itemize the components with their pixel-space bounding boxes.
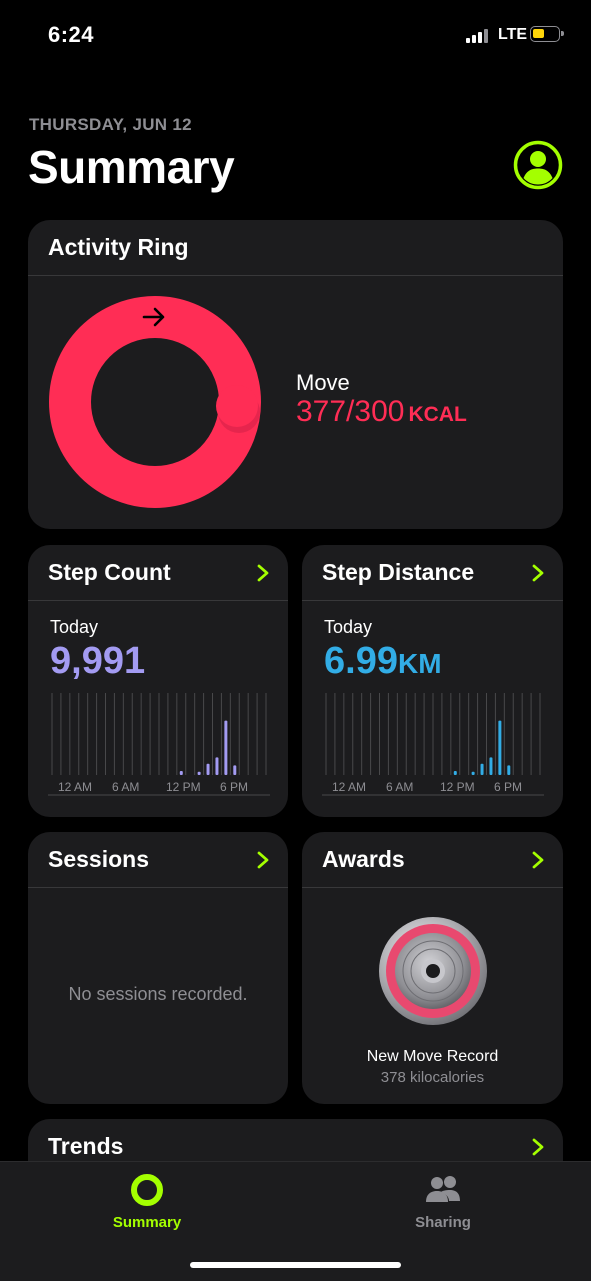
tab-sharing[interactable]: Sharing	[363, 1162, 523, 1252]
tab-summary-label: Summary	[112, 1214, 182, 1231]
page-title: Summary	[28, 141, 235, 193]
chevron-right-icon	[257, 851, 269, 869]
axis-tick-label: 6 PM	[220, 780, 248, 794]
axis-tick-label: 12 PM	[440, 780, 475, 794]
chevron-right-icon	[257, 564, 269, 582]
step-count-value: 9,991	[50, 640, 146, 682]
period-label: Today	[324, 617, 373, 637]
award-detail: 378 kilocalories	[380, 1069, 485, 1086]
hour-bar	[215, 757, 219, 775]
network-type: LTE	[498, 26, 528, 43]
axis-tick-label: 12 PM	[166, 780, 201, 794]
move-label: Move	[296, 370, 350, 395]
activity-ring-icon	[131, 1174, 163, 1206]
status-time: 6:24	[48, 22, 95, 47]
tab-summary[interactable]: Summary	[67, 1162, 227, 1252]
axis-tick-label: 12 AM	[58, 780, 92, 794]
move-value-number: 377/300	[296, 395, 405, 428]
move-value: 377/300 KCAL	[296, 395, 467, 429]
step-distance-value: 6.99KM	[324, 640, 442, 683]
move-unit: KCAL	[408, 403, 467, 426]
step-count-chart: 12 AM 6 AM 12 PM 6 PM	[48, 693, 270, 796]
award-name: New Move Record	[366, 1048, 499, 1065]
hour-bar	[507, 765, 511, 775]
hour-bar	[498, 720, 502, 775]
activity-ring-title: Activity Ring	[48, 234, 189, 260]
axis-tick-label: 6 AM	[112, 780, 139, 794]
chevron-right-icon	[532, 564, 544, 582]
tab-sharing-label: Sharing	[415, 1214, 471, 1231]
sessions-card[interactable]: Sessions No sessions recorded.	[28, 832, 288, 1104]
move-ring	[48, 295, 262, 509]
sessions-empty-text: No sessions recorded.	[68, 984, 248, 1004]
step-distance-chart: 12 AM 6 AM 12 PM 6 PM	[322, 693, 544, 796]
home-indicator	[190, 1262, 401, 1268]
step-distance-title: Step Distance	[322, 559, 475, 585]
hour-bar	[471, 771, 475, 775]
axis-tick-label: 12 AM	[332, 780, 366, 794]
hour-bar	[489, 757, 493, 775]
axis-tick-label: 6 PM	[494, 780, 522, 794]
move-record-award-icon	[379, 917, 487, 1025]
people-icon	[426, 1176, 460, 1202]
step-count-card[interactable]: Step Count Today 9,991 12 AM 6 AM 12 PM 6 P…	[28, 545, 288, 817]
hour-bar	[179, 771, 183, 775]
awards-title: Awards	[322, 846, 405, 872]
sessions-title: Sessions	[48, 846, 149, 872]
step-distance-unit: KM	[397, 648, 442, 679]
trends-title: Trends	[48, 1133, 124, 1159]
profile-button[interactable]	[513, 140, 563, 190]
signal-strength-icon	[466, 29, 492, 43]
activity-ring-card[interactable]: Activity Ring Move 377/300 KCAL	[28, 220, 563, 529]
card-header: Sessions	[28, 832, 288, 888]
card-header: Step Distance	[302, 545, 563, 601]
awards-card[interactable]: Awards New Move Record 378 kilocalories	[302, 832, 563, 1104]
axis-tick-label: 6 AM	[386, 780, 413, 794]
period-label: Today	[50, 617, 99, 637]
card-header: Awards	[302, 832, 563, 888]
date-label: THURSDAY, JUN 12	[29, 115, 192, 134]
chevron-right-icon	[532, 851, 544, 869]
status-bar: 6:24 LTE	[0, 0, 591, 72]
chevron-right-icon	[532, 1138, 544, 1156]
hour-bar	[453, 771, 457, 775]
card-header: Activity Ring	[28, 220, 563, 276]
person-circle-icon	[513, 140, 563, 190]
step-distance-number: 6.99	[324, 640, 398, 682]
card-header: Step Count	[28, 545, 288, 601]
step-count-title: Step Count	[48, 559, 171, 585]
hour-bar	[224, 720, 228, 775]
hour-bar	[480, 763, 484, 775]
hour-bar	[233, 765, 237, 775]
hour-bar	[206, 763, 210, 775]
battery-icon	[530, 26, 564, 42]
hour-bar	[197, 771, 201, 775]
step-distance-card[interactable]: Step Distance Today 6.99KM 12 AM 6 AM 12 P…	[302, 545, 563, 817]
